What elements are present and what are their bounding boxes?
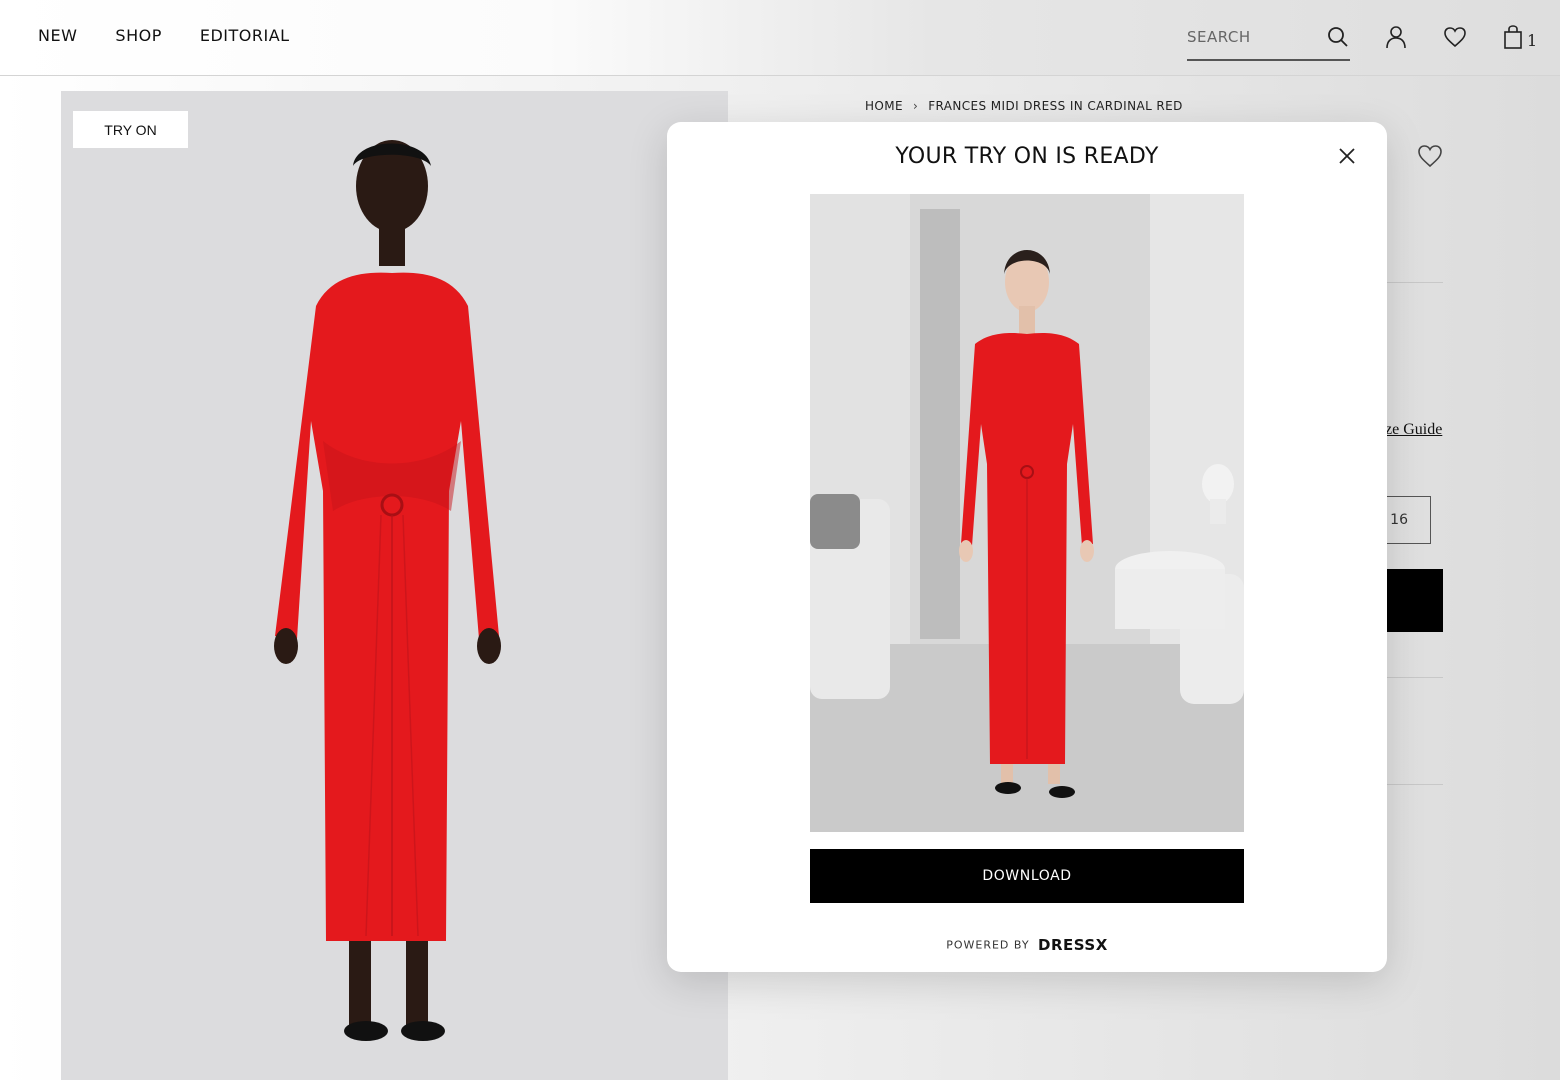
size-guide-link[interactable]: ze Guide bbox=[1385, 421, 1442, 439]
modal-title: YOUR TRY ON IS READY bbox=[895, 144, 1159, 169]
close-icon[interactable] bbox=[1337, 146, 1357, 166]
nav-shop[interactable]: SHOP bbox=[115, 26, 161, 45]
bag-icon[interactable] bbox=[1503, 24, 1523, 50]
site-header: NEW SHOP EDITORIAL 1 bbox=[0, 0, 1560, 76]
try-on-modal: YOUR TRY ON IS READY DOWNLOAD POWERED BY… bbox=[667, 122, 1387, 972]
divider bbox=[1380, 677, 1443, 678]
powered-by: POWERED BY DRESSX bbox=[667, 936, 1387, 954]
bag-count: 1 bbox=[1527, 31, 1538, 50]
model-illustration bbox=[274, 140, 501, 1041]
divider bbox=[1380, 784, 1443, 785]
breadcrumb-home[interactable]: HOME bbox=[865, 99, 903, 113]
try-on-result-image bbox=[810, 194, 1244, 832]
main-nav: NEW SHOP EDITORIAL bbox=[38, 26, 290, 45]
wishlist-heart-icon[interactable] bbox=[1443, 26, 1467, 48]
nav-new[interactable]: NEW bbox=[38, 26, 77, 45]
divider bbox=[1380, 282, 1443, 283]
search-icon[interactable] bbox=[1327, 26, 1349, 48]
powered-by-label: POWERED BY bbox=[946, 938, 1030, 952]
search-box bbox=[1187, 22, 1350, 61]
breadcrumb-separator: › bbox=[913, 99, 919, 113]
product-wishlist-heart-icon[interactable] bbox=[1417, 144, 1443, 168]
user-icon[interactable] bbox=[1385, 25, 1407, 49]
product-image: TRY ON bbox=[61, 91, 728, 1080]
try-on-illustration bbox=[810, 194, 1244, 832]
download-button[interactable]: DOWNLOAD bbox=[810, 849, 1244, 903]
dressx-logo: DRESSX bbox=[1038, 936, 1108, 954]
breadcrumb-current: FRANCES MIDI DRESS IN CARDINAL RED bbox=[928, 99, 1183, 113]
try-on-button[interactable]: TRY ON bbox=[73, 111, 188, 148]
search-input[interactable] bbox=[1187, 22, 1317, 52]
nav-editorial[interactable]: EDITORIAL bbox=[200, 26, 290, 45]
breadcrumb: HOME › FRANCES MIDI DRESS IN CARDINAL RE… bbox=[865, 99, 1183, 113]
